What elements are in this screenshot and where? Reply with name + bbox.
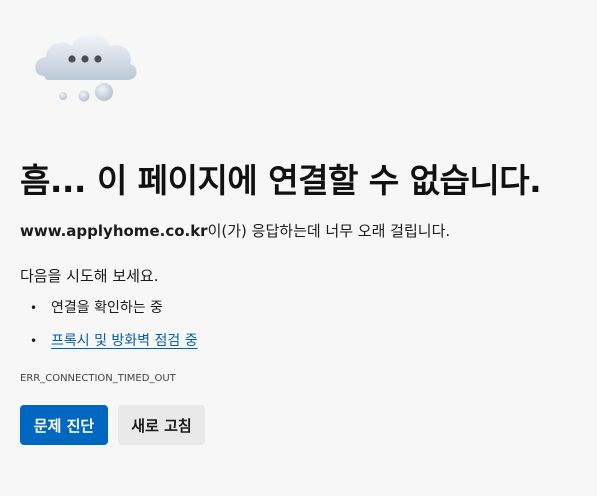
page-title: 흠... 이 페이지에 연결할 수 없습니다. (20, 161, 542, 200)
suggestion-check-connection: 연결을 확인하는 중 (51, 300, 163, 316)
suggestions-list: • 연결을 확인하는 중 • 프록시 및 방화벽 점검 중 (20, 298, 198, 364)
refresh-button[interactable]: 새로 고침 (118, 405, 205, 445)
list-item: • 연결을 확인하는 중 (20, 298, 198, 331)
error-page: 흠... 이 페이지에 연결할 수 없습니다. www.applyhome.co… (0, 0, 597, 496)
error-code: ERR_CONNECTION_TIMED_OUT (20, 373, 176, 384)
error-message: www.applyhome.co.kr이(가) 응답하는데 너무 오래 걸립니다… (20, 220, 450, 241)
suggestion-proxy-firewall-link[interactable]: 프록시 및 방화벽 점검 중 (51, 333, 198, 349)
bullet-icon: • (30, 301, 38, 315)
bullet-icon: • (30, 334, 38, 348)
list-item: • 프록시 및 방화벽 점검 중 (20, 331, 198, 364)
suggestions-heading: 다음을 시도해 보세요. (20, 267, 159, 285)
host-name: www.applyhome.co.kr (20, 222, 208, 240)
message-suffix: 이(가) 응답하는데 너무 오래 걸립니다. (207, 222, 451, 240)
diagnose-button[interactable]: 문제 진단 (20, 405, 108, 445)
cloud-thinking-icon (35, 34, 137, 102)
